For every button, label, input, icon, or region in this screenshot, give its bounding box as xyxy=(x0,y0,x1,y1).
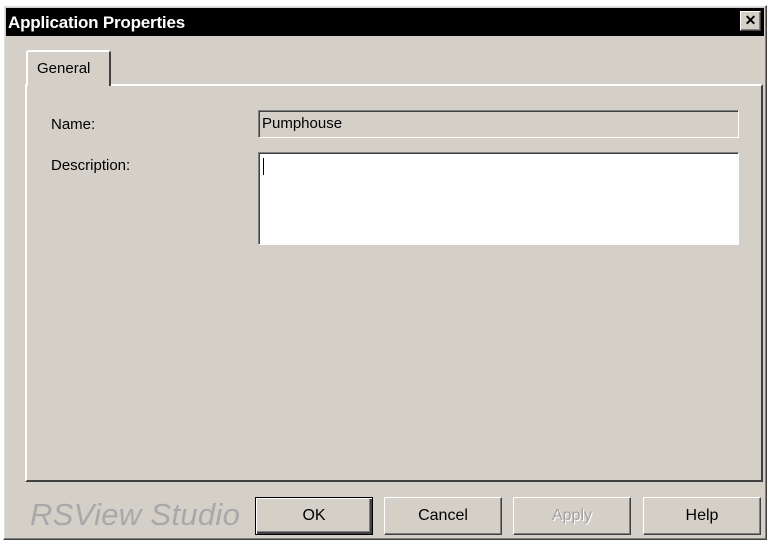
close-icon: ✕ xyxy=(744,12,757,28)
tab-general-label: General xyxy=(37,60,91,77)
tab-general[interactable]: General xyxy=(26,50,111,86)
apply-button[interactable]: Apply xyxy=(513,497,631,535)
title-bar[interactable]: Application Properties ✕ xyxy=(6,8,764,36)
cancel-button[interactable]: Cancel xyxy=(384,497,502,535)
general-tab-panel xyxy=(25,84,763,482)
rsview-studio-logo: RSView Studio xyxy=(30,497,241,532)
ok-button[interactable]: OK xyxy=(255,497,373,535)
help-button[interactable]: Help xyxy=(643,497,761,535)
window-title: Application Properties xyxy=(8,13,185,32)
close-button[interactable]: ✕ xyxy=(740,11,761,31)
